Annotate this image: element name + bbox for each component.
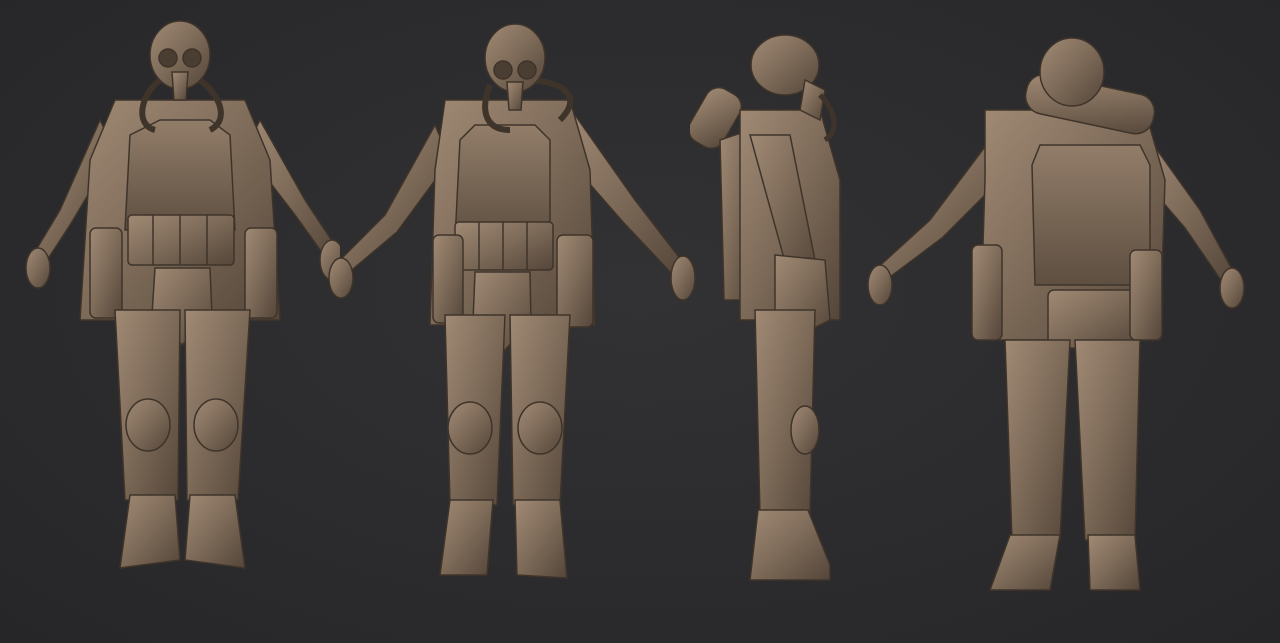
sculpt-turnaround-scene — [0, 0, 1280, 643]
three-quarter-view-figure — [305, 0, 705, 643]
side-view-figure — [690, 0, 870, 643]
back-view-figure — [860, 0, 1260, 643]
front-view-figure — [20, 0, 340, 643]
